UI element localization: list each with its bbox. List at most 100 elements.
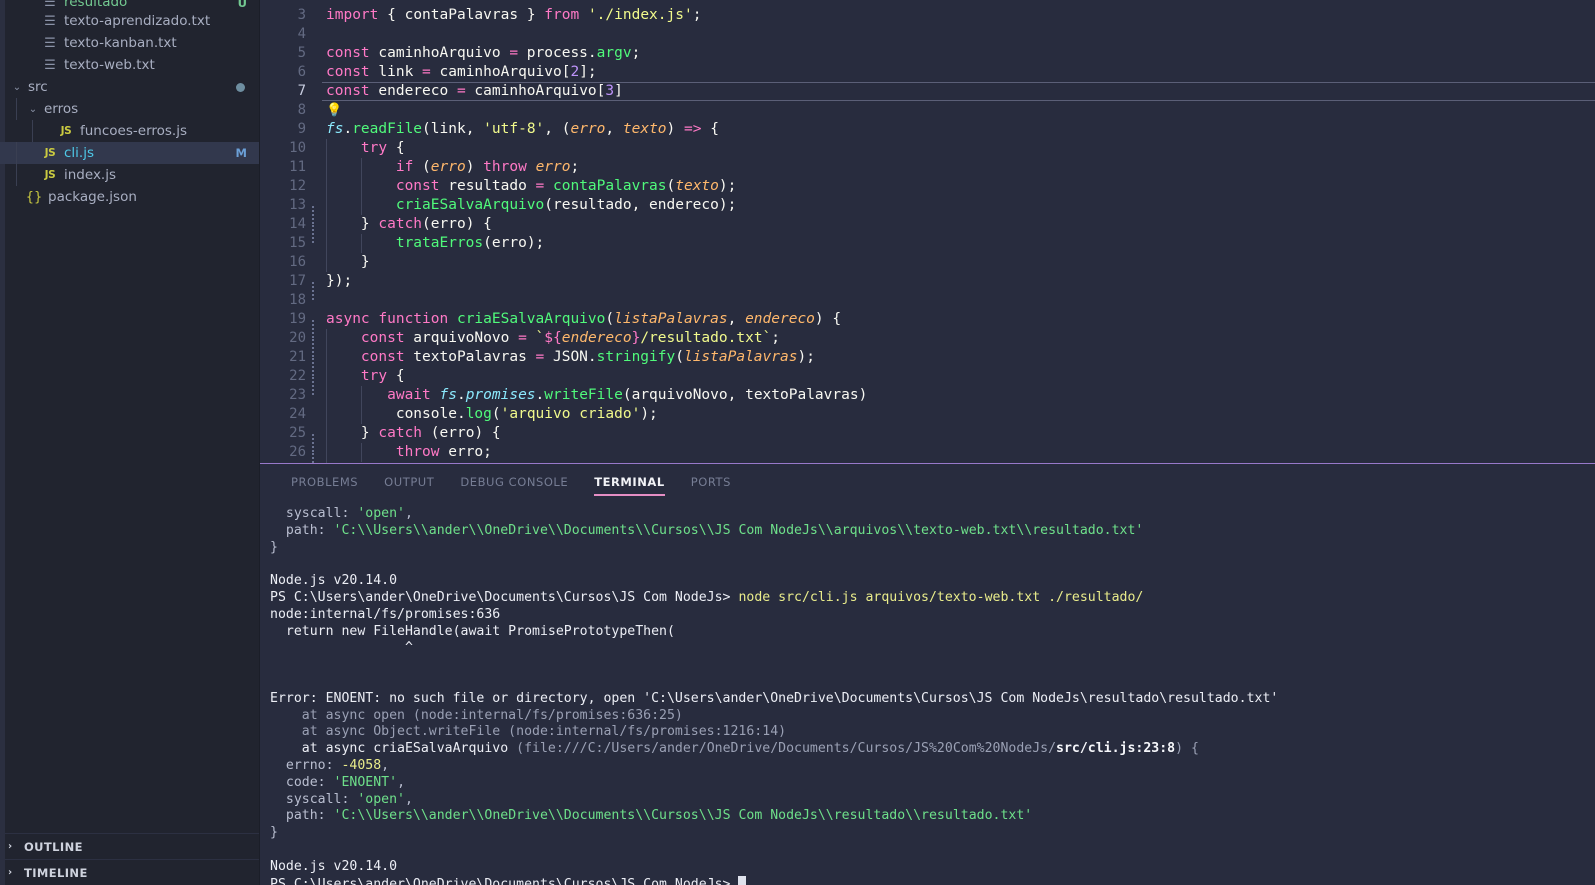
- code-token: erro: [570, 121, 606, 137]
- panel-tab-debug-console[interactable]: DEBUG CONSOLE: [447, 464, 581, 500]
- code-token: texto: [622, 121, 667, 137]
- tree-item-package-json[interactable]: {} package.json: [0, 186, 259, 208]
- line-number: 14: [289, 216, 306, 232]
- code-text: 💡: [322, 101, 342, 120]
- tree-item-cli-js[interactable]: JS cli.js M: [0, 142, 259, 164]
- code-token: texto: [675, 178, 719, 194]
- code-token: .: [343, 121, 353, 137]
- code-token: .: [587, 349, 597, 365]
- line-number: 4: [297, 26, 306, 42]
- code-text: const caminhoArquivo = process.argv;: [322, 44, 640, 63]
- code-token: fs: [439, 387, 457, 403]
- code-token: =: [535, 178, 545, 194]
- terminal-line: }: [270, 540, 1595, 557]
- code-text: const link = caminhoArquivo[2];: [322, 63, 597, 82]
- code-text: });: [322, 272, 352, 291]
- code-indent-guide: [361, 196, 362, 215]
- code-token: (: [422, 425, 440, 441]
- file-tree[interactable]: ☰ resultado U ☰ texto-aprendizado.txt ☰ texto-…: [0, 0, 259, 833]
- code-token: try: [360, 140, 388, 156]
- code-token: =>: [684, 121, 702, 137]
- tree-item-resultado[interactable]: ☰ resultado U: [0, 0, 259, 10]
- line-number: 13: [289, 197, 306, 213]
- tree-item-src[interactable]: ⌄ src: [0, 76, 259, 98]
- code-token: =: [535, 349, 545, 365]
- sidebar-section-outline[interactable]: › OUTLINE: [0, 833, 259, 859]
- code-token: (: [544, 197, 553, 213]
- terminal-line: return new FileHandle(await PromiseProto…: [270, 624, 1595, 641]
- code-token: ;: [631, 45, 641, 61]
- code-token: erro: [430, 159, 466, 175]
- terminal-line: Error: ENOENT: no such file or directory…: [270, 691, 1595, 708]
- panel-tab-output[interactable]: OUTPUT: [371, 464, 447, 500]
- chevron-right-icon: ›: [8, 841, 13, 852]
- code-token: await: [387, 387, 431, 403]
- code-token: ,: [465, 121, 484, 137]
- code-line: 25 } catch (erro) {: [260, 424, 1595, 453]
- code-token: /resultado.txt`: [640, 330, 772, 346]
- chevron-down-icon[interactable]: ⌄: [26, 104, 40, 115]
- tree-item-index-js[interactable]: JS index.js: [0, 164, 259, 186]
- sidebar-section-label: TIMELINE: [24, 865, 88, 880]
- terminal-line: syscall: 'open',: [270, 792, 1595, 809]
- terminal-text: at async criaESalvaArquivo: [270, 741, 517, 757]
- code-token: criaESalvaArquivo: [456, 311, 606, 327]
- panel-tab-terminal[interactable]: TERMINAL: [581, 464, 678, 500]
- code-token: caminhoArquivo: [465, 83, 597, 99]
- code-line: 8 💡: [260, 101, 1595, 120]
- panel-tab-problems[interactable]: PROBLEMS: [278, 464, 371, 500]
- code-token: );: [718, 178, 737, 194]
- explorer-sidebar: ☰ resultado U ☰ texto-aprendizado.txt ☰ texto-…: [0, 0, 260, 885]
- tree-item-texto-kanban-txt[interactable]: ☰ texto-kanban.txt: [0, 32, 259, 54]
- code-token: 2: [570, 64, 580, 80]
- code-token: if: [395, 159, 414, 175]
- line-number: 5: [297, 45, 306, 61]
- terminal-line: at async criaESalvaArquivo (file:///C:/U…: [270, 741, 1595, 758]
- code-token: (: [422, 121, 431, 137]
- line-number: 12: [289, 178, 306, 194]
- code-token: textoPalavras: [404, 349, 536, 365]
- code-token: {: [701, 121, 719, 137]
- terminal-text: src/cli.js:23:8: [1056, 741, 1176, 757]
- code-text: await fs.promises.writeFile(arquivoNovo,…: [322, 386, 867, 405]
- code-line: 21 const textoPalavras = JSON.stringify(…: [260, 348, 1595, 377]
- terminal-line: path: 'C:\\Users\\ander\\OneDrive\\Docum…: [270, 808, 1595, 825]
- code-token: contaPalavras: [404, 7, 519, 23]
- code-token: =: [509, 45, 519, 61]
- panel-tab-bar[interactable]: PROBLEMS OUTPUT DEBUG CONSOLE TERMINAL PORTS: [260, 463, 1595, 500]
- code-token: endereco: [561, 330, 632, 346]
- code-line: 13 criaESalvaArquivo(resultado, endereco…: [260, 196, 1595, 225]
- code-token: listaPalavras: [614, 311, 728, 327]
- terminal-line: at async open (node:internal/fs/promises…: [270, 708, 1595, 725]
- js-file-icon: JS: [44, 147, 56, 159]
- line-number: 3: [297, 7, 306, 23]
- terminal-output[interactable]: syscall: 'open', path: 'C:\\Users\\ander…: [260, 500, 1595, 885]
- tree-item-erros[interactable]: ⌄ erros: [0, 98, 259, 120]
- tree-item-texto-web-txt[interactable]: ☰ texto-web.txt: [0, 54, 259, 76]
- code-token: 'arquivo criado': [500, 406, 641, 422]
- code-editor[interactable]: 2 3import { contaPalavras } from './index…: [260, 0, 1595, 463]
- chevron-down-icon[interactable]: ⌄: [10, 82, 24, 93]
- sidebar-section-timeline[interactable]: › TIMELINE: [0, 859, 259, 885]
- tree-item-funcoes-erros-js[interactable]: JS funcoes-erros.js: [0, 120, 259, 142]
- code-text: if (erro) throw erro;: [322, 158, 579, 177]
- code-text: throw erro;: [322, 443, 492, 462]
- code-token: erro: [448, 444, 484, 460]
- code-token: , (: [544, 121, 571, 137]
- code-text: const resultado = contaPalavras(texto);: [322, 177, 736, 196]
- code-line: 20 const arquivoNovo = `${endereco}/resu…: [260, 329, 1595, 358]
- code-token: criaESalvaArquivo: [395, 197, 545, 213]
- code-line: 3 import { contaPalavras } from './index.…: [260, 6, 1595, 25]
- terminal-text: ,: [404, 505, 413, 521]
- code-token: {: [387, 368, 405, 384]
- panel-tab-ports[interactable]: PORTS: [678, 464, 744, 500]
- code-token: function: [378, 311, 449, 327]
- tree-item-texto-aprendizado-txt[interactable]: ☰ texto-aprendizado.txt: [0, 10, 259, 32]
- tree-item-label: texto-kanban.txt: [64, 35, 177, 51]
- code-token: listaPalavras: [683, 349, 798, 365]
